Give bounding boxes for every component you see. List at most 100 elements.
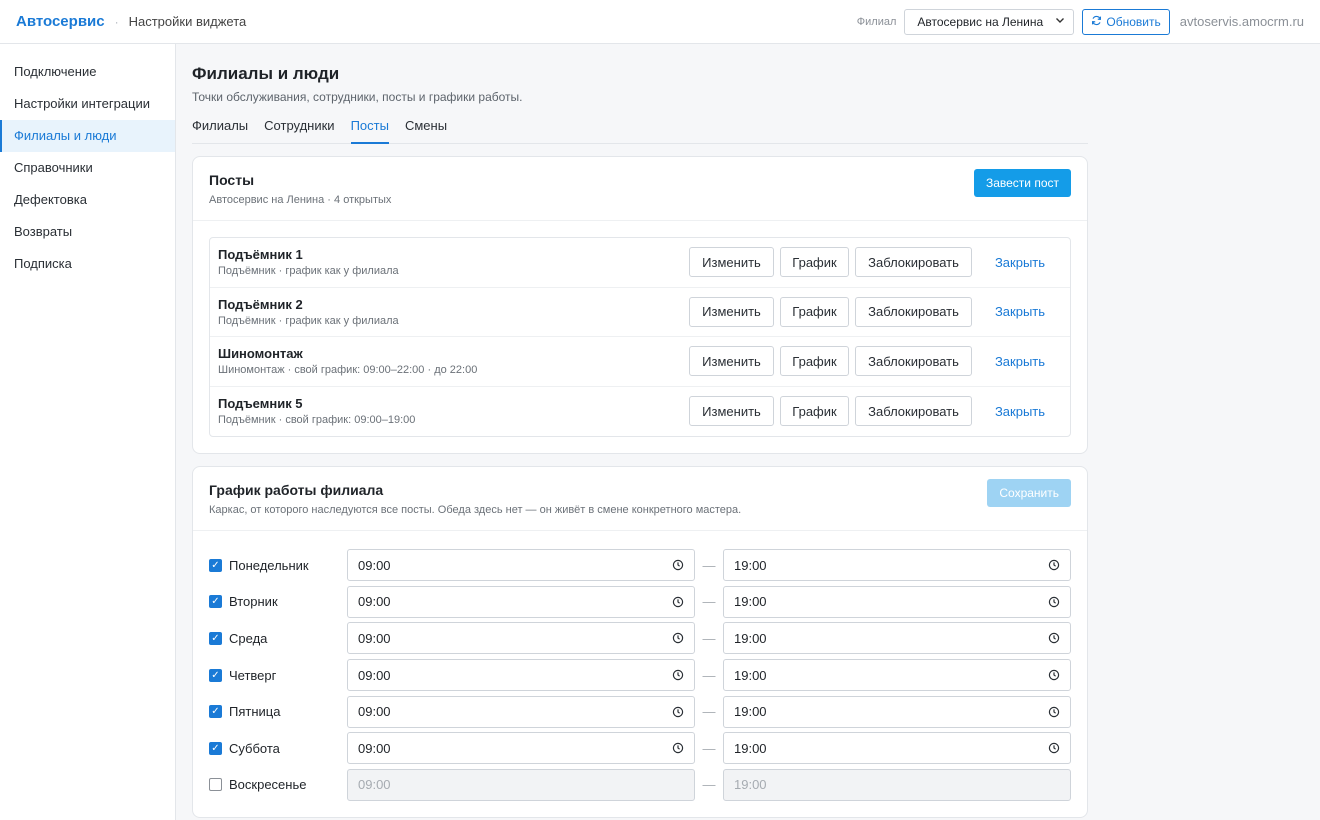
- branch-schedule-card: График работы филиала Каркас, от которог…: [192, 466, 1088, 819]
- top-bar: Автосервис · Настройки виджета Филиал Ав…: [0, 0, 1320, 44]
- time-to-input[interactable]: 19:00: [723, 622, 1071, 655]
- tab-branches[interactable]: Филиалы: [192, 118, 248, 144]
- sidebar-item-branches-people[interactable]: Филиалы и люди: [0, 120, 175, 152]
- clock-icon[interactable]: [672, 669, 684, 681]
- day-label[interactable]: ✓ Вторник: [209, 594, 347, 609]
- clock-icon[interactable]: [1048, 559, 1060, 571]
- sidebar-item-directories[interactable]: Справочники: [0, 152, 175, 184]
- checkbox-checked-icon[interactable]: ✓: [209, 558, 222, 572]
- day-label[interactable]: ✓ Пятница: [209, 704, 347, 719]
- day-label[interactable]: Воскресенье: [209, 777, 347, 792]
- clock-icon[interactable]: [1048, 596, 1060, 608]
- main-content: Филиалы и люди Точки обслуживания, сотру…: [192, 44, 1088, 819]
- clock-icon[interactable]: [672, 596, 684, 608]
- block-post-button[interactable]: Заблокировать: [855, 296, 972, 327]
- branch-select[interactable]: Автосервис на Ленина: [904, 8, 1075, 35]
- time-from-input[interactable]: 09:00: [347, 585, 695, 618]
- schedule-day-row: ✓ Пятница 09:00 — 19:00: [209, 693, 1071, 730]
- sidebar-item-connection[interactable]: Подключение: [0, 56, 175, 88]
- schedule-title: График работы филиала: [209, 482, 384, 498]
- chevron-down-icon: [1055, 15, 1065, 28]
- close-post-link[interactable]: Закрыть: [978, 404, 1062, 419]
- post-description: Подъёмник · график как у филиала: [218, 265, 399, 278]
- time-to-input[interactable]: 19:00: [723, 659, 1071, 692]
- block-post-button[interactable]: Заблокировать: [855, 396, 972, 427]
- tab-posts[interactable]: Посты: [350, 118, 389, 144]
- checkbox-checked-icon[interactable]: ✓: [209, 741, 222, 755]
- block-post-button[interactable]: Заблокировать: [855, 247, 972, 278]
- checkbox-checked-icon[interactable]: ✓: [209, 595, 222, 609]
- edit-post-button[interactable]: Изменить: [689, 296, 774, 327]
- sidebar-item-returns[interactable]: Возвраты: [0, 216, 175, 248]
- tab-shifts[interactable]: Смены: [405, 118, 447, 144]
- branch-label: Филиал: [856, 15, 897, 28]
- time-from-input[interactable]: 09:00: [347, 732, 695, 765]
- sidebar-item-integration-settings[interactable]: Настройки интеграции: [0, 88, 175, 120]
- clock-icon[interactable]: [672, 742, 684, 754]
- time-to-value: 19:00: [734, 594, 767, 610]
- time-range-dash: —: [702, 777, 716, 793]
- clock-icon[interactable]: [672, 706, 684, 718]
- post-schedule-button[interactable]: График: [780, 247, 849, 278]
- time-range-dash: —: [702, 667, 716, 683]
- tab-employees[interactable]: Сотрудники: [264, 118, 334, 144]
- refresh-label: Обновить: [1106, 14, 1161, 29]
- sidebar-item-subscription[interactable]: Подписка: [0, 248, 175, 280]
- clock-icon[interactable]: [1048, 742, 1060, 754]
- post-schedule-button[interactable]: График: [780, 396, 849, 427]
- post-schedule-button[interactable]: График: [780, 346, 849, 377]
- time-from-input[interactable]: 09:00: [347, 622, 695, 655]
- clock-icon[interactable]: [672, 632, 684, 644]
- close-post-link[interactable]: Закрыть: [978, 354, 1062, 369]
- post-description: Подъёмник · график как у филиала: [218, 314, 399, 327]
- block-post-button[interactable]: Заблокировать: [855, 346, 972, 377]
- clock-icon[interactable]: [1048, 632, 1060, 644]
- checkbox-checked-icon[interactable]: ✓: [209, 631, 222, 645]
- sidebar-item-defects[interactable]: Дефектовка: [0, 184, 175, 216]
- time-to-input[interactable]: 19:00: [723, 585, 1071, 618]
- schedule-day-row: ✓ Вторник 09:00 — 19:00: [209, 584, 1071, 621]
- time-to-value: 19:00: [734, 704, 767, 720]
- time-from-input: 09:00: [347, 768, 695, 801]
- time-to-input[interactable]: 19:00: [723, 549, 1071, 582]
- checkbox-checked-icon[interactable]: ✓: [209, 668, 222, 682]
- day-label[interactable]: ✓ Четверг: [209, 668, 347, 683]
- clock-icon[interactable]: [1048, 706, 1060, 718]
- brand-logo[interactable]: Автосервис: [16, 13, 105, 30]
- day-name: Суббота: [229, 740, 280, 756]
- close-post-link[interactable]: Закрыть: [978, 255, 1062, 270]
- save-button[interactable]: Сохранить: [987, 479, 1071, 507]
- time-to-value: 19:00: [734, 630, 767, 646]
- time-range-dash: —: [702, 557, 716, 573]
- time-to-input[interactable]: 19:00: [723, 695, 1071, 728]
- post-list: Подъёмник 1 Подъёмник · график как у фил…: [209, 237, 1071, 437]
- time-from-input[interactable]: 09:00: [347, 549, 695, 582]
- close-post-link[interactable]: Закрыть: [978, 304, 1062, 319]
- checkbox-unchecked-icon[interactable]: [209, 778, 222, 792]
- posts-card-header: Посты Автосервис на Ленина · 4 открытых …: [193, 157, 1087, 221]
- time-from-value: 09:00: [358, 740, 391, 756]
- schedule-card-header: График работы филиала Каркас, от которог…: [193, 467, 1087, 531]
- clock-icon[interactable]: [1048, 669, 1060, 681]
- checkbox-checked-icon[interactable]: ✓: [209, 705, 222, 719]
- day-label[interactable]: ✓ Среда: [209, 631, 347, 646]
- time-range-dash: —: [702, 594, 716, 610]
- day-label[interactable]: ✓ Понедельник: [209, 558, 347, 573]
- add-post-button[interactable]: Завести пост: [973, 169, 1071, 197]
- edit-post-button[interactable]: Изменить: [689, 396, 774, 427]
- refresh-button[interactable]: Обновить: [1082, 8, 1170, 35]
- day-label[interactable]: ✓ Суббота: [209, 741, 347, 756]
- time-to-input[interactable]: 19:00: [723, 732, 1071, 765]
- time-to-input: 19:00: [723, 768, 1071, 801]
- posts-subtitle: Автосервис на Ленина · 4 открытых: [209, 194, 392, 206]
- post-name: Подъемник 5: [218, 396, 303, 412]
- time-range-dash: —: [702, 704, 716, 720]
- time-from-input[interactable]: 09:00: [347, 659, 695, 692]
- list-item: Шиномонтаж Шиномонтаж · свой график: 09:…: [210, 337, 1070, 387]
- edit-post-button[interactable]: Изменить: [689, 346, 774, 377]
- edit-post-button[interactable]: Изменить: [689, 247, 774, 278]
- day-name: Понедельник: [229, 557, 309, 573]
- time-from-input[interactable]: 09:00: [347, 695, 695, 728]
- post-schedule-button[interactable]: График: [780, 296, 849, 327]
- clock-icon[interactable]: [672, 559, 684, 571]
